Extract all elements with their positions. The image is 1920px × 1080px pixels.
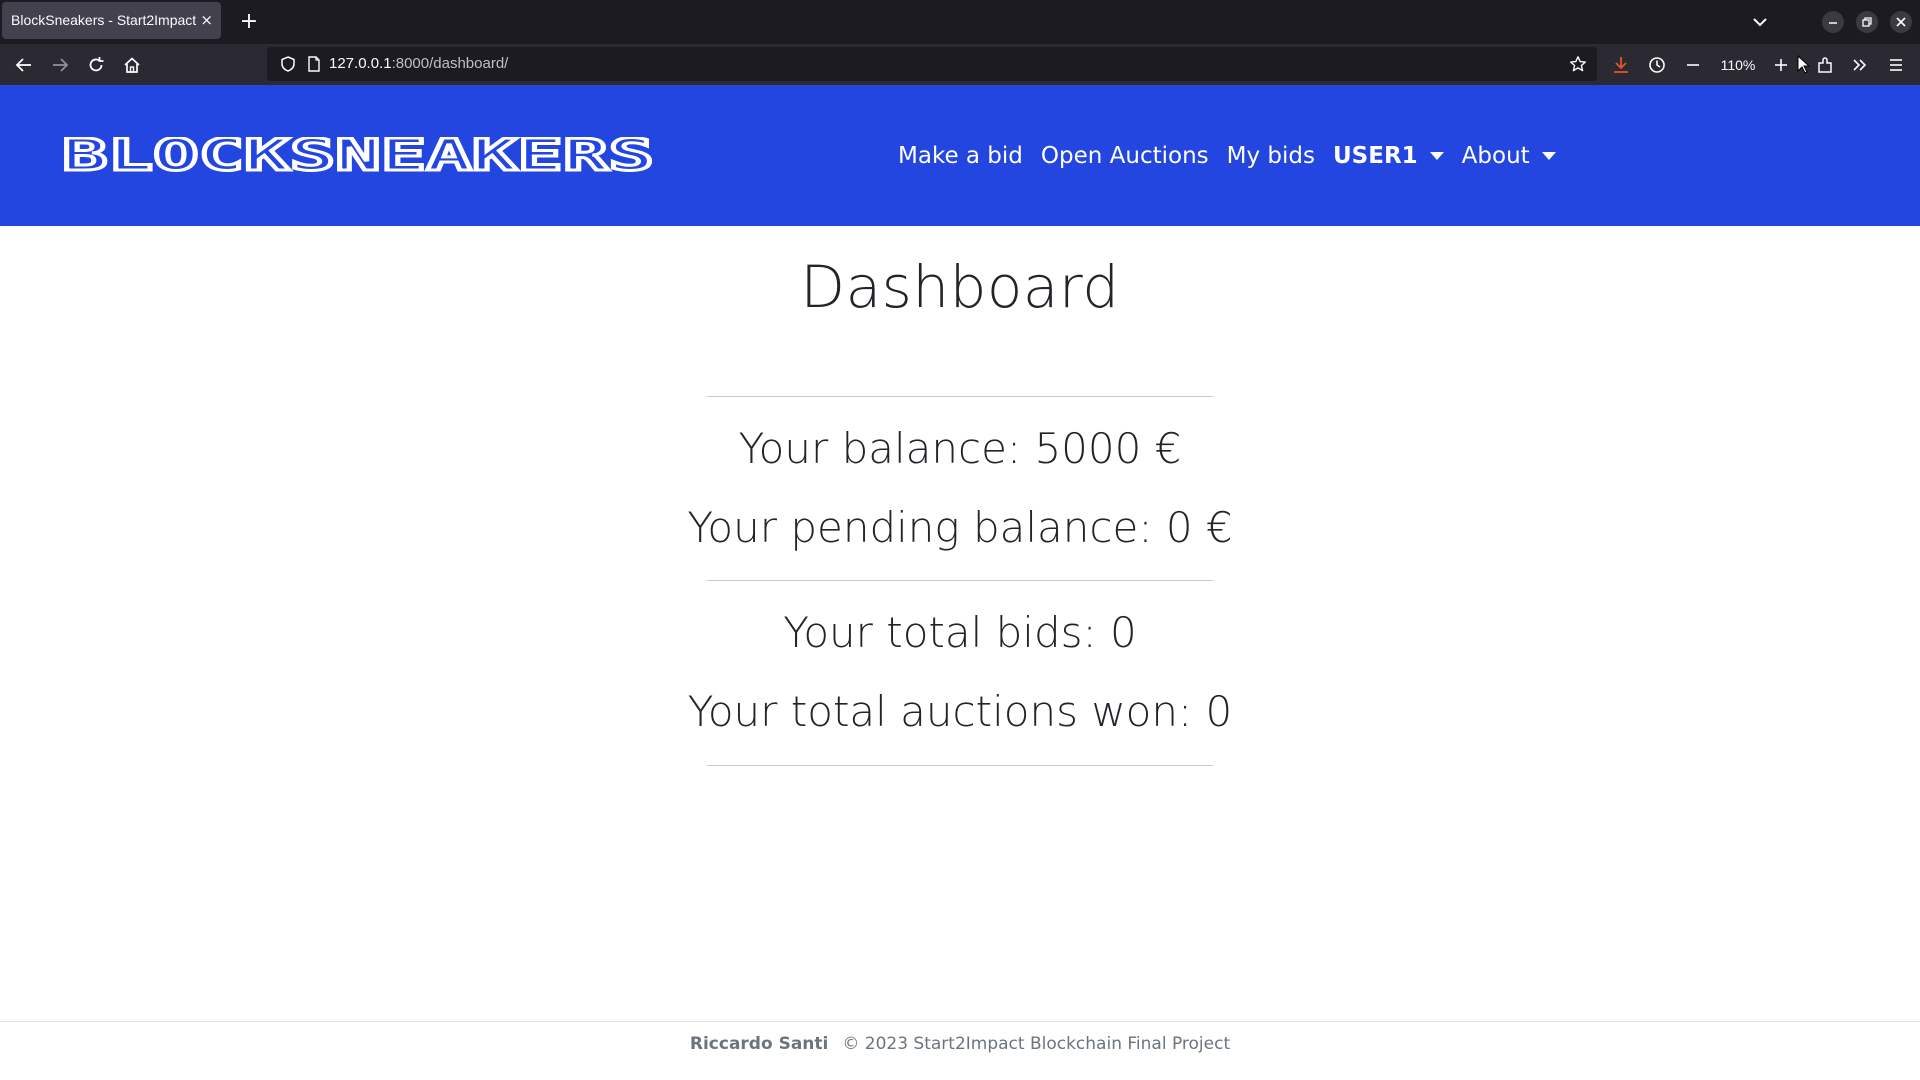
zoom-level[interactable]: 110% [1710, 50, 1766, 80]
history-clock-icon[interactable] [1642, 50, 1672, 80]
back-arrow-icon[interactable] [9, 50, 39, 80]
nav-about-label: About [1461, 142, 1530, 169]
url-host: 127.0.0.1 [329, 55, 392, 72]
restore-window-icon[interactable] [1856, 11, 1878, 33]
list-tabs-icon[interactable] [1749, 12, 1771, 32]
shield-icon[interactable] [279, 55, 297, 73]
overflow-chevrons-icon[interactable] [1845, 50, 1875, 80]
nav-make-a-bid[interactable]: Make a bid [898, 143, 1023, 169]
mouse-cursor-icon [1797, 55, 1811, 74]
nav-open-auctions[interactable]: Open Auctions [1041, 143, 1209, 169]
site-nav: Make a bid Open Auctions My bids USER1 A… [898, 85, 1574, 226]
footer-author: Riccardo Santi [689, 1034, 829, 1054]
url-text[interactable]: 127.0.0.1:8000/dashboard/ [329, 47, 508, 81]
site-header: BLOCKSNEAKERS Make a bid Open Auctions M… [0, 85, 1920, 226]
page-info-icon[interactable] [305, 55, 323, 73]
divider [707, 396, 1213, 397]
nav-about-dropdown[interactable]: About [1462, 143, 1556, 169]
hamburger-menu-icon[interactable] [1881, 50, 1911, 80]
forward-arrow-icon[interactable] [45, 50, 75, 80]
site-footer: Riccardo Santi © 2023 Start2Impact Blockc… [0, 1034, 1920, 1054]
caret-down-icon [1429, 151, 1444, 160]
address-bar[interactable]: 127.0.0.1:8000/dashboard/ [267, 47, 1597, 81]
minimize-window-icon[interactable] [1822, 11, 1844, 33]
total-bids-text: Your total bids: 0 [783, 608, 1137, 657]
nav-user-label: USER1 [1333, 142, 1418, 169]
auctions-won-text: Your total auctions won: 0 [687, 687, 1233, 736]
brand-logo-text: BLOCKSNEAKERS [62, 137, 654, 177]
browser-nav-bar: 127.0.0.1:8000/dashboard/ 110% [0, 44, 1920, 85]
footer-copyright: © 2023 Start2Impact Blockchain Final Pro… [842, 1034, 1231, 1054]
page-title: Dashboard [800, 253, 1120, 321]
close-window-icon[interactable] [1890, 11, 1912, 33]
nav-user-dropdown[interactable]: USER1 [1333, 143, 1444, 169]
new-tab-button[interactable]: + [236, 9, 262, 35]
pending-balance-text: Your pending balance: 0 € [687, 503, 1233, 552]
browser-tab-bar: BlockSneakers - Start2Impact × + [0, 0, 1920, 44]
reload-icon[interactable] [81, 50, 111, 80]
balance-text: Your balance: 5000 € [738, 424, 1182, 473]
tab-close-icon[interactable]: × [200, 2, 213, 39]
tab-title: BlockSneakers - Start2Impact [11, 12, 197, 28]
home-icon[interactable] [117, 50, 147, 80]
zoom-in-icon[interactable] [1766, 50, 1796, 80]
brand-logo[interactable]: BLOCKSNEAKERS [60, 137, 656, 177]
divider [707, 765, 1213, 766]
zoom-out-icon[interactable] [1678, 50, 1708, 80]
footer-divider [0, 1021, 1920, 1022]
browser-tab[interactable]: BlockSneakers - Start2Impact × [2, 2, 221, 39]
url-path: :8000/dashboard/ [391, 55, 509, 72]
divider [707, 580, 1213, 581]
caret-down-icon [1541, 151, 1556, 160]
bookmark-star-icon[interactable] [1569, 55, 1587, 73]
downloads-icon[interactable] [1606, 50, 1636, 80]
extensions-icon[interactable] [1810, 50, 1840, 80]
nav-my-bids[interactable]: My bids [1227, 143, 1315, 169]
